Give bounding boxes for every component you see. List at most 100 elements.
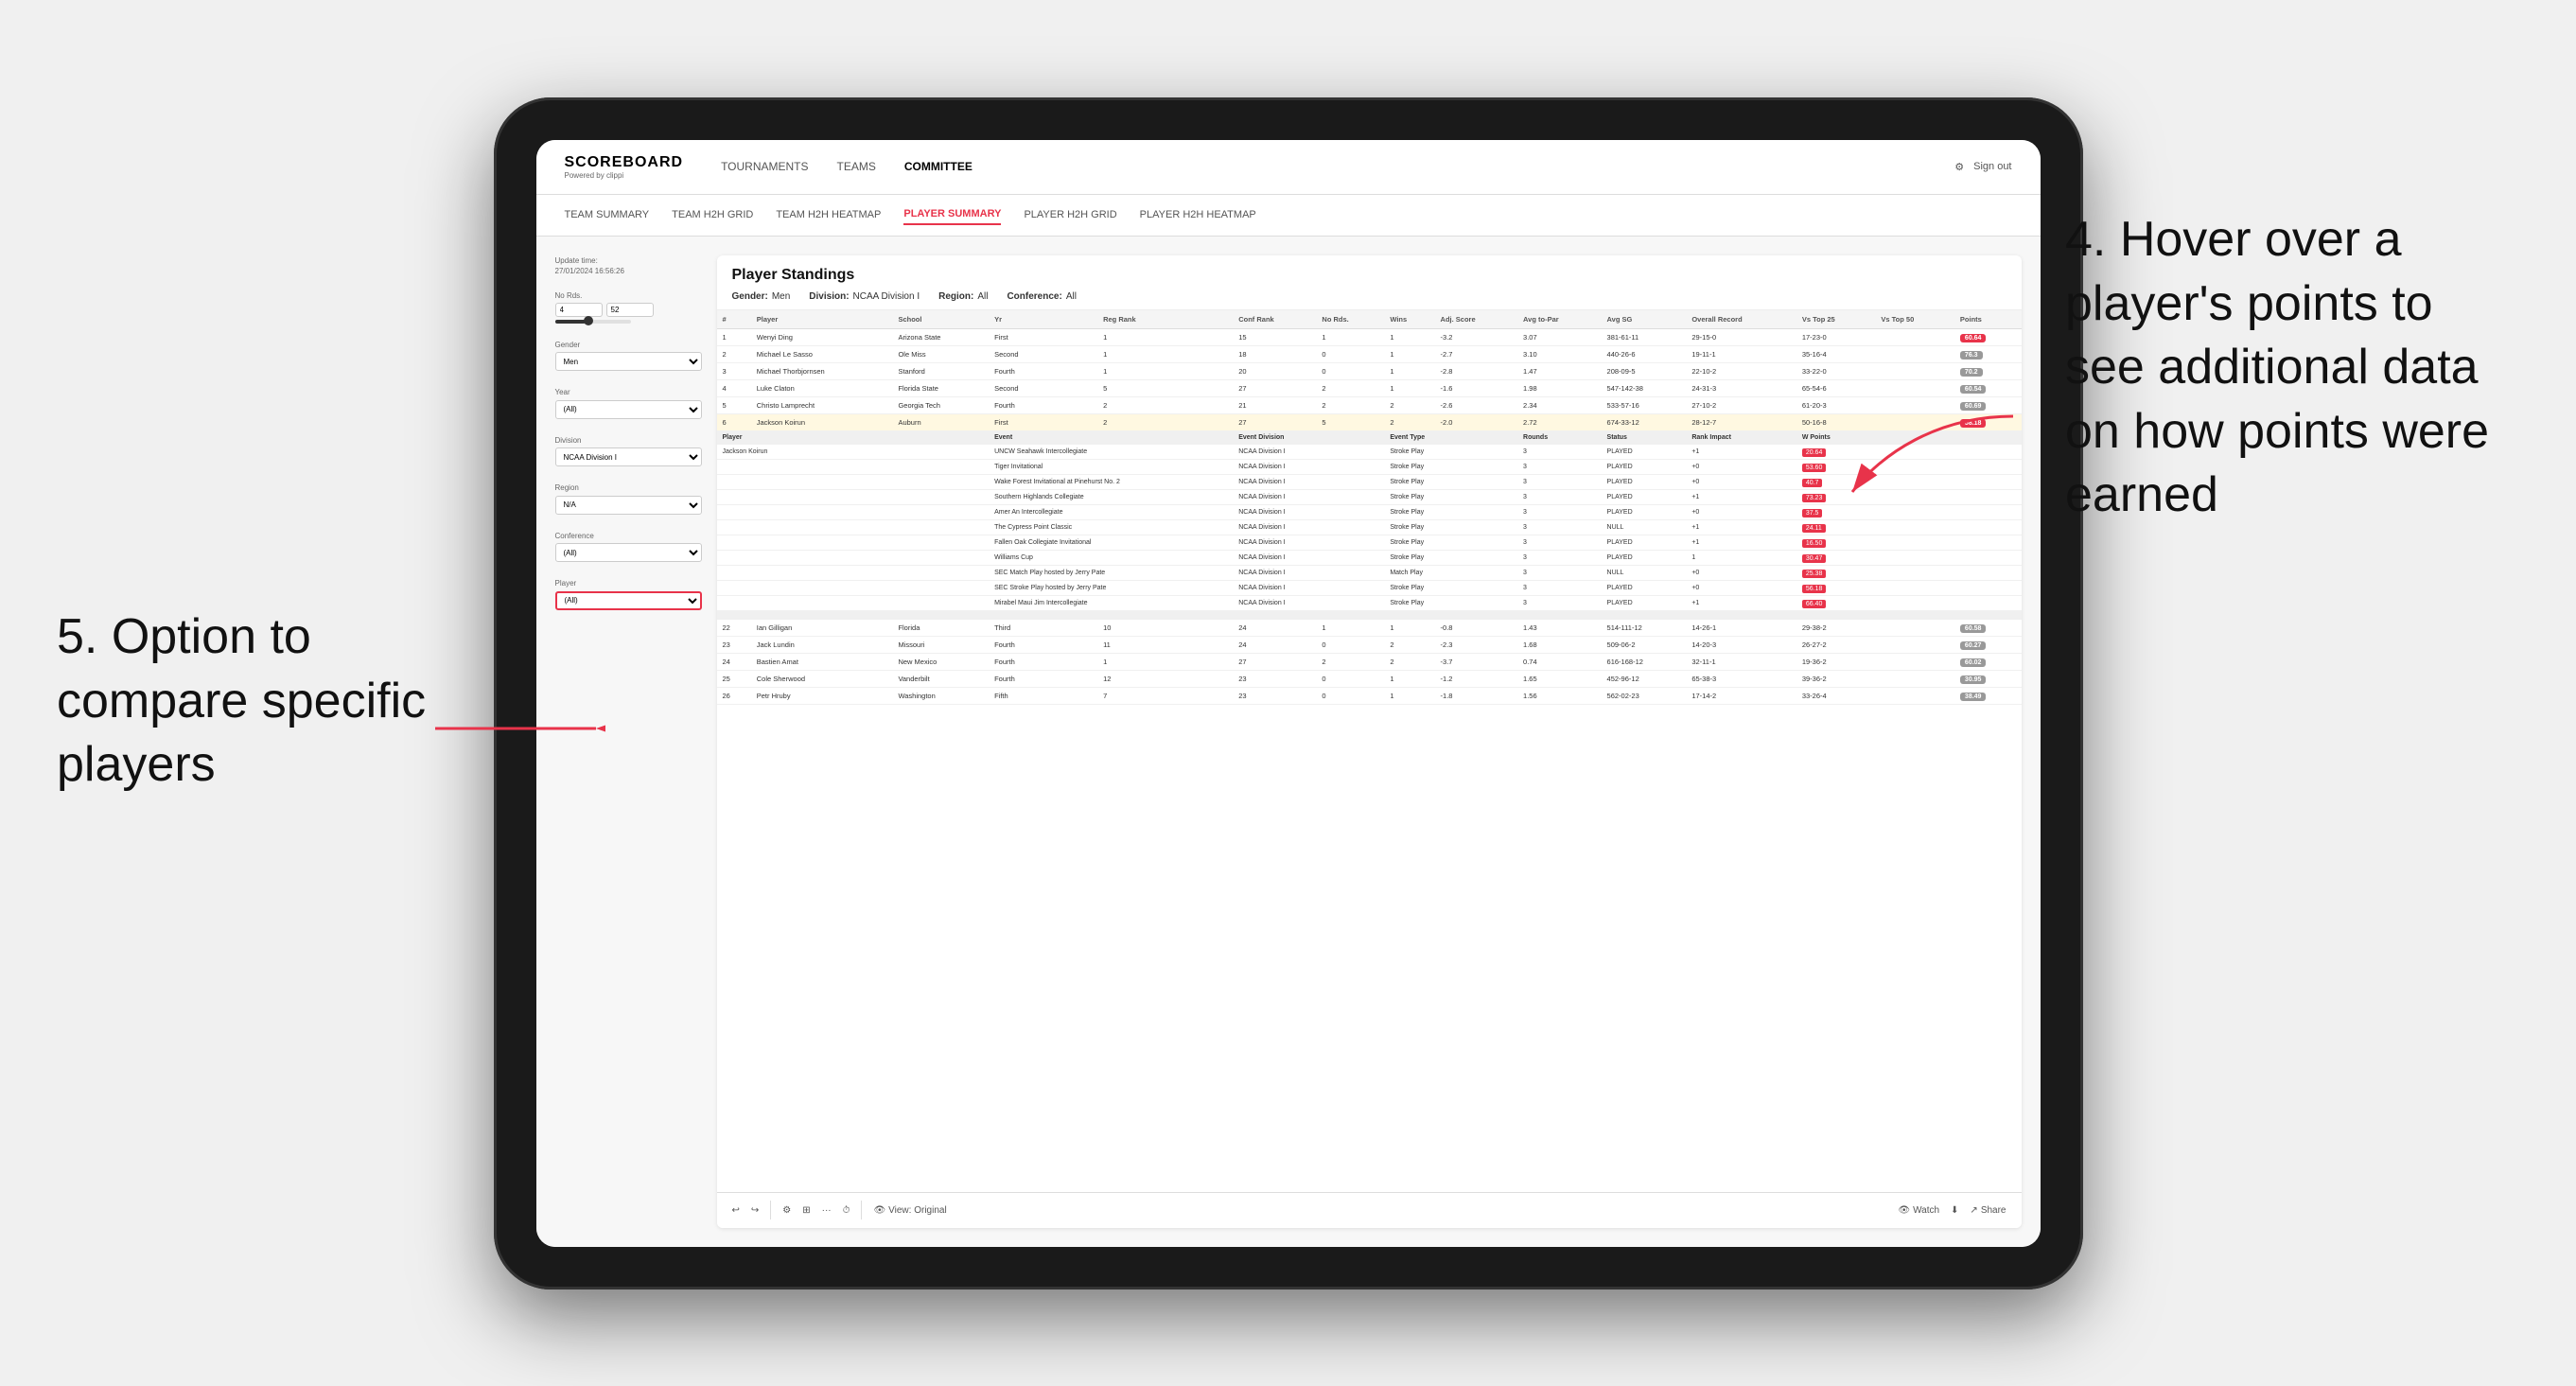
copy-button[interactable]: ⊞	[802, 1205, 810, 1216]
sub-nav-team-h2h-heatmap[interactable]: TEAM H2H HEATMAP	[776, 205, 881, 224]
cell-school: Florida State	[892, 379, 989, 396]
tooltip-cell-status: PLAYED	[1602, 474, 1687, 489]
sub-nav-player-h2h-grid[interactable]: PLAYER H2H GRID	[1024, 205, 1116, 224]
cell-player: Jack Lundin	[751, 636, 893, 653]
tooltip-row: The Cypress Point Classic NCAA Division …	[717, 519, 2022, 535]
section-status-label: Status	[1602, 430, 1687, 444]
no-rds-max-input[interactable]	[606, 303, 654, 317]
gender-filter-label: Gender:	[732, 291, 768, 302]
gender-select[interactable]: Men	[555, 352, 702, 371]
arrow-left-svg	[416, 691, 605, 766]
slider-track	[555, 320, 631, 324]
section-divider: Player Event Event Division Event Type R…	[717, 430, 2022, 444]
points-badge-gray[interactable]: 60.02	[1960, 658, 1987, 667]
settings-icon[interactable]: ⚙	[1954, 161, 1964, 173]
share-button[interactable]: ↗ Share	[1970, 1205, 2006, 1216]
sub-nav-player-summary[interactable]: PLAYER SUMMARY	[903, 204, 1001, 225]
cell-no-rds: 2	[1316, 379, 1384, 396]
no-rds-row	[555, 303, 702, 317]
nav-tournaments[interactable]: TOURNAMENTS	[721, 156, 808, 177]
cell-points[interactable]: 60.02	[1954, 653, 2022, 670]
cell-conf-rank: 24	[1233, 619, 1316, 636]
eye-icon: 👁	[873, 1205, 885, 1216]
tooltip-row: Amer An Intercollegiate NCAA Division I …	[717, 504, 2022, 519]
year-filter: Year (All)	[555, 388, 702, 419]
col-no-rds: No Rds.	[1316, 310, 1384, 329]
cell-points[interactable]: 60.54	[1954, 379, 2022, 396]
cell-school: Florida	[892, 619, 989, 636]
points-badge-gray[interactable]: 60.54	[1960, 385, 1987, 394]
cell-school: Stanford	[892, 362, 989, 379]
tooltip-row: Mirabel Maui Jim Intercollegiate NCAA Di…	[717, 595, 2022, 610]
region-filter-display: Region: All	[938, 291, 988, 302]
watch-button[interactable]: 👁 Watch	[1898, 1205, 1939, 1216]
cell-points[interactable]: 60.58	[1954, 619, 2022, 636]
tablet-screen: SCOREBOARD Powered by clippi TOURNAMENTS…	[536, 140, 2041, 1247]
conference-select[interactable]: (All)	[555, 543, 702, 562]
more-button[interactable]: ···	[822, 1205, 832, 1216]
cell-top50	[1875, 687, 1954, 704]
view-original-button[interactable]: 👁 View: Original	[873, 1205, 946, 1216]
section-event-label: Event	[989, 430, 1233, 444]
no-rds-slider[interactable]	[555, 320, 702, 324]
w-points-badge: 16.50	[1802, 539, 1827, 548]
cell-points[interactable]: 70.2	[1954, 362, 2022, 379]
tooltip-cell-event: SEC Match Play hosted by Jerry Pate	[989, 565, 1233, 580]
player-select[interactable]: (All)	[555, 591, 702, 610]
region-select[interactable]: N/A	[555, 496, 702, 515]
cell-avg-to-par: 1.68	[1517, 636, 1602, 653]
redo-button[interactable]: ↪	[751, 1205, 759, 1216]
settings-button[interactable]: ⚙	[782, 1205, 791, 1216]
sign-out-link[interactable]: Sign out	[1973, 161, 2011, 172]
cell-points[interactable]: 60.27	[1954, 636, 2022, 653]
tooltip-cell-division: NCAA Division I	[1233, 580, 1384, 595]
sub-nav-player-h2h-heatmap[interactable]: PLAYER H2H HEATMAP	[1140, 205, 1256, 224]
points-badge-gray[interactable]: 76.3	[1960, 351, 1983, 360]
division-select[interactable]: NCAA Division I	[555, 447, 702, 466]
cell-avg-sg: 547-142-38	[1602, 379, 1687, 396]
nav-teams[interactable]: TEAMS	[837, 156, 876, 177]
points-badge-gray[interactable]: 30.95	[1960, 675, 1987, 684]
points-badge-gray[interactable]: 60.58	[1960, 624, 1987, 633]
watch-icon: 👁	[1898, 1205, 1910, 1216]
cell-points[interactable]: 60.64	[1954, 328, 2022, 345]
table-scroll[interactable]: # Player School Yr Reg Rank Conf Rank No…	[717, 310, 2022, 1192]
undo-button[interactable]: ↩	[732, 1205, 740, 1216]
cell-reg-rank: 2	[1097, 413, 1233, 430]
tooltip-cell-division: NCAA Division I	[1233, 504, 1384, 519]
cell-points[interactable]: 30.95	[1954, 670, 2022, 687]
cell-conf-rank: 18	[1233, 345, 1316, 362]
cell-points[interactable]: 76.3	[1954, 345, 2022, 362]
cell-overall: 17-14-2	[1686, 687, 1796, 704]
main-content: Update time: 27/01/2024 16:56:26 No Rds.	[536, 237, 2041, 1247]
cell-avg-to-par: 1.98	[1517, 379, 1602, 396]
no-rds-label: No Rds.	[555, 291, 702, 300]
year-select[interactable]: (All)	[555, 400, 702, 419]
points-badge[interactable]: 60.64	[1960, 334, 1987, 342]
clock-button[interactable]: ⏱	[843, 1205, 850, 1216]
tooltip-cell-rounds: 3	[1517, 489, 1602, 504]
sub-nav-team-summary[interactable]: TEAM SUMMARY	[565, 205, 650, 224]
table-row: 25 Cole Sherwood Vanderbilt Fourth 12 23…	[717, 670, 2022, 687]
cell-reg-rank: 7	[1097, 687, 1233, 704]
tooltip-cell-wpoints: 25.38	[1796, 565, 2022, 580]
tooltip-cell-rank: +1	[1686, 489, 1796, 504]
region-filter-label: Region:	[938, 291, 973, 302]
cell-top25: 19-36-2	[1796, 653, 1876, 670]
update-time-label: Update time:	[555, 256, 598, 265]
cell-reg-rank: 1	[1097, 653, 1233, 670]
download-button[interactable]: ⬇	[1951, 1205, 1958, 1216]
sub-nav-team-h2h-grid[interactable]: TEAM H2H GRID	[672, 205, 753, 224]
cell-overall: 27-10-2	[1686, 396, 1796, 413]
points-badge-gray[interactable]: 70.2	[1960, 368, 1983, 377]
tooltip-row: Tiger Invitational NCAA Division I Strok…	[717, 459, 2022, 474]
no-rds-min-input[interactable]	[555, 303, 603, 317]
section-type-label: Event Type	[1384, 430, 1517, 444]
points-badge-gray[interactable]: 60.27	[1960, 641, 1987, 650]
tooltip-cell-event: Fallen Oak Collegiate Invitational	[989, 535, 1233, 550]
tooltip-cell-wpoints: 56.18	[1796, 580, 2022, 595]
points-badge-gray[interactable]: 38.49	[1960, 693, 1987, 701]
w-points-badge: 20.64	[1802, 448, 1827, 457]
cell-points[interactable]: 38.49	[1954, 687, 2022, 704]
nav-committee[interactable]: COMMITTEE	[904, 156, 973, 177]
